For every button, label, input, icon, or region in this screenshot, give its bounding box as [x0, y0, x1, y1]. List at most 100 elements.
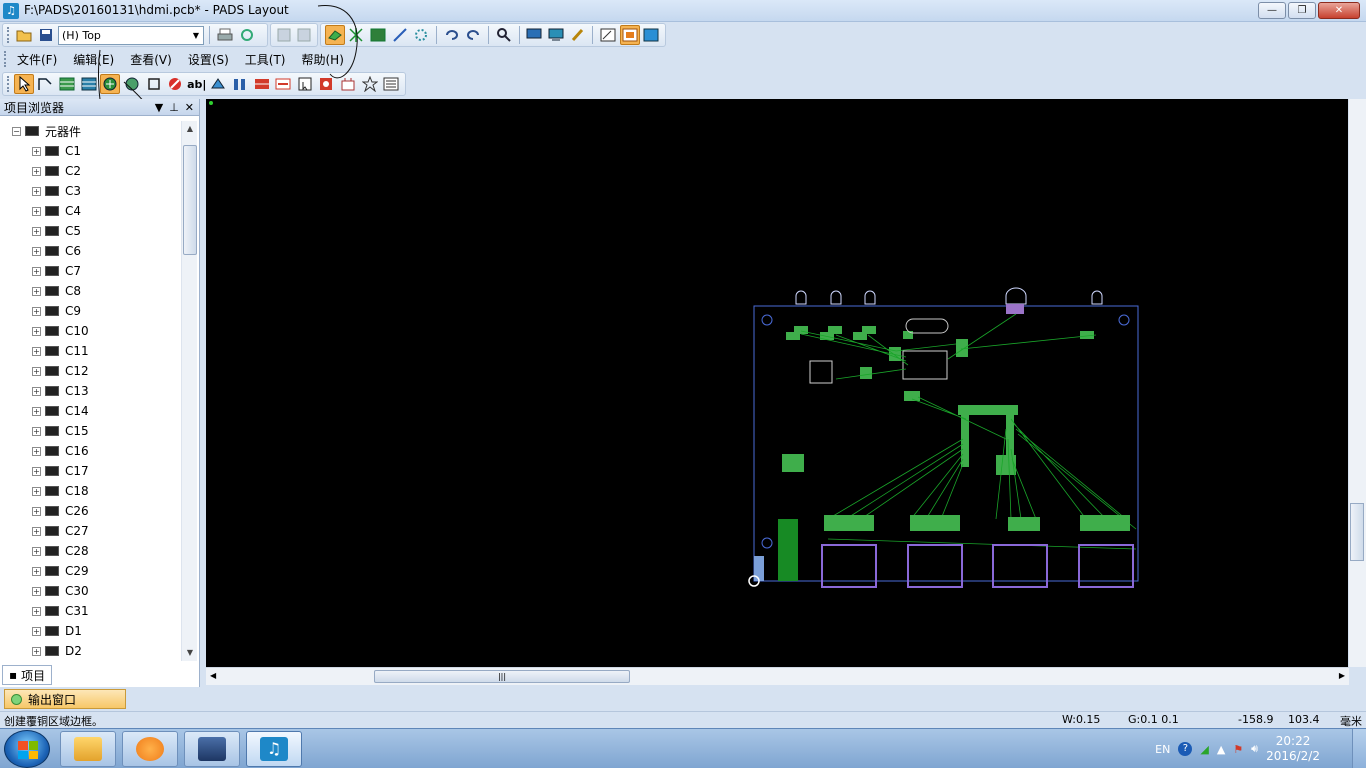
tree-item[interactable]: + C30	[0, 581, 180, 601]
expand-icon[interactable]: +	[32, 306, 41, 316]
undo-icon[interactable]	[442, 25, 462, 45]
tree-item[interactable]: + C4	[0, 201, 180, 221]
tree-item[interactable]: + D1	[0, 621, 180, 641]
expand-icon[interactable]: +	[32, 406, 41, 416]
expand-icon[interactable]: +	[32, 426, 41, 436]
from-drafting-icon[interactable]	[273, 74, 293, 94]
tree-item[interactable]: + C2	[0, 161, 180, 181]
menu-tools[interactable]: 工具(T)	[237, 51, 294, 68]
taskbar-explorer[interactable]	[60, 731, 116, 767]
redo-icon[interactable]	[463, 25, 483, 45]
toolbar-grip[interactable]	[7, 27, 10, 43]
maximize-button[interactable]: ❐	[1288, 2, 1316, 19]
expand-icon[interactable]: +	[32, 366, 41, 376]
menu-view[interactable]: 查看(V)	[122, 51, 180, 68]
toolbar-grip[interactable]	[4, 51, 7, 67]
tree-item[interactable]: + C17	[0, 461, 180, 481]
app-icon[interactable]: ♫	[3, 3, 19, 19]
hatch-outline-icon[interactable]	[122, 74, 142, 94]
tree-item[interactable]: + C3	[0, 181, 180, 201]
toggle-icon-2[interactable]	[295, 25, 313, 45]
flag-icon[interactable]: ⚑	[1233, 743, 1243, 756]
expand-icon[interactable]: +	[32, 646, 41, 656]
show-hidden-icons[interactable]: ▲	[1217, 743, 1225, 756]
scroll-up-icon[interactable]: ▲	[182, 121, 198, 137]
copper-cutout-icon[interactable]	[79, 74, 99, 94]
layer-icon[interactable]	[368, 25, 388, 45]
save-icon[interactable]	[36, 25, 56, 45]
selection-filter-icon[interactable]	[619, 25, 640, 45]
menu-help[interactable]: 帮助(H)	[294, 51, 352, 68]
print-icon[interactable]	[215, 25, 235, 45]
expand-icon[interactable]: +	[32, 186, 41, 196]
close-button[interactable]: ✕	[1318, 2, 1360, 19]
expand-icon[interactable]: +	[32, 286, 41, 296]
expand-icon[interactable]: +	[32, 246, 41, 256]
tree-item[interactable]: + C31	[0, 601, 180, 621]
dimension-icon[interactable]	[230, 74, 250, 94]
star-icon[interactable]	[360, 74, 380, 94]
design-toolbar-icon[interactable]	[325, 25, 345, 45]
tree-item[interactable]: + D2	[0, 641, 180, 661]
output-window-tab[interactable]: 输出窗口	[4, 689, 126, 709]
expand-icon[interactable]: +	[32, 506, 41, 516]
component-icon[interactable]	[317, 74, 337, 94]
refresh-icon[interactable]	[237, 25, 257, 45]
copper-pour-icon[interactable]	[100, 74, 121, 94]
scroll-down-icon[interactable]: ▼	[182, 645, 198, 661]
tree-item[interactable]: + C9	[0, 301, 180, 321]
taskbar-media[interactable]	[184, 731, 240, 767]
brush-icon[interactable]	[568, 25, 588, 45]
expand-icon[interactable]: +	[32, 326, 41, 336]
expand-icon[interactable]: +	[32, 546, 41, 556]
tree-item[interactable]: + C16	[0, 441, 180, 461]
close-icon[interactable]: ✕	[185, 101, 194, 114]
expand-icon[interactable]: +	[32, 466, 41, 476]
monitor-icon[interactable]	[525, 25, 545, 45]
volume-icon[interactable]: 🔊︎	[1251, 742, 1258, 756]
menu-setup[interactable]: 设置(S)	[180, 51, 237, 68]
text-icon[interactable]: ab|	[187, 74, 207, 94]
help-icon[interactable]: ?	[1178, 742, 1193, 756]
keepout-icon[interactable]	[144, 74, 164, 94]
expand-icon[interactable]: +	[32, 606, 41, 616]
copper-icon[interactable]	[57, 74, 77, 94]
scroll-thumb[interactable]: |||	[374, 670, 630, 683]
tree-item[interactable]: + C10	[0, 321, 180, 341]
tree-item[interactable]: + C11	[0, 341, 180, 361]
menu-file[interactable]: 文件(F)	[9, 51, 65, 68]
tree-item[interactable]: + C5	[0, 221, 180, 241]
select-icon[interactable]	[13, 74, 34, 94]
expand-icon[interactable]: +	[32, 586, 41, 596]
show-desktop-button[interactable]	[1352, 729, 1366, 768]
verify-icon[interactable]	[546, 25, 566, 45]
pcb-canvas[interactable]	[206, 99, 1348, 667]
expand-icon[interactable]: +	[32, 146, 41, 156]
expand-icon[interactable]: +	[32, 226, 41, 236]
start-button[interactable]	[4, 730, 50, 768]
tree-item[interactable]: + C12	[0, 361, 180, 381]
toolbar-grip[interactable]	[7, 76, 10, 92]
pin-icon[interactable]: ⊥	[169, 101, 179, 114]
board-outline-icon[interactable]	[36, 74, 56, 94]
expand-icon[interactable]: +	[32, 166, 41, 176]
route-icon[interactable]	[390, 25, 410, 45]
no-entry-icon[interactable]	[165, 74, 185, 94]
cam-icon[interactable]	[598, 25, 618, 45]
select-area-icon[interactable]	[295, 74, 315, 94]
expand-icon[interactable]: +	[32, 206, 41, 216]
tree-item[interactable]: + C14	[0, 401, 180, 421]
toggle-icon[interactable]	[275, 25, 293, 45]
canvas-horizontal-scrollbar[interactable]: ◀ ||| ▶	[206, 667, 1349, 685]
expand-icon[interactable]: +	[32, 266, 41, 276]
tree-item[interactable]: + C7	[0, 261, 180, 281]
collapse-icon[interactable]: −	[12, 126, 21, 136]
tree-item[interactable]: + C18	[0, 481, 180, 501]
cluster-icon[interactable]	[338, 74, 358, 94]
tree-item[interactable]: + C8	[0, 281, 180, 301]
tree-root[interactable]: − 元器件	[0, 121, 180, 141]
taskbar-browser[interactable]	[122, 731, 178, 767]
tree-item[interactable]: + C27	[0, 521, 180, 541]
snap-icon[interactable]	[411, 25, 431, 45]
minimize-button[interactable]: —	[1258, 2, 1286, 19]
